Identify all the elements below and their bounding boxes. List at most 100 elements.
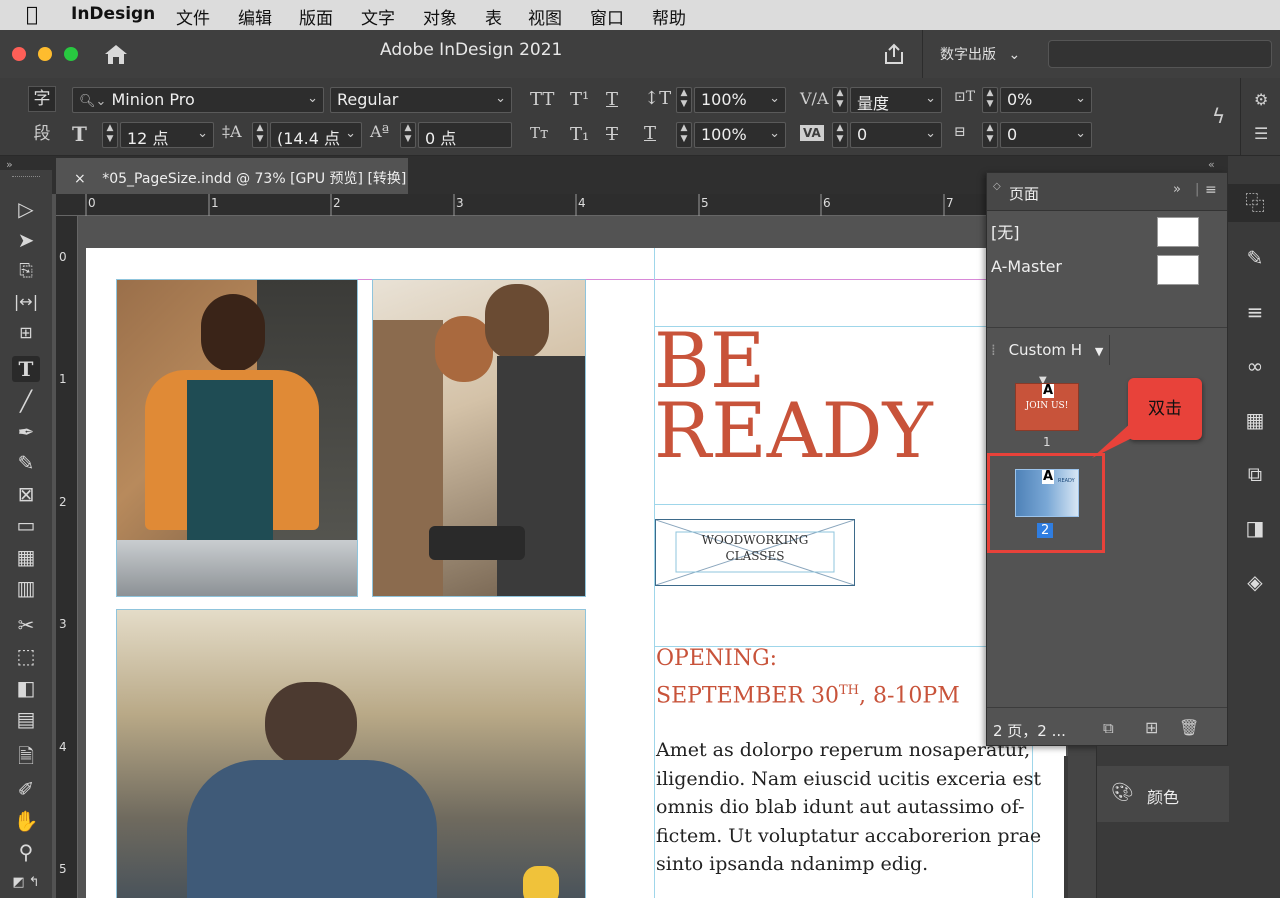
master-a-thumbnail[interactable] [1157,255,1199,285]
rectangle-tool-icon[interactable]: ▭ [12,512,40,538]
document-page[interactable]: BE READY WOODWORKING CLASSES OPENING: SE… [86,248,1066,898]
apple-icon[interactable]:  [26,2,38,26]
master-a-label[interactable]: A-Master [991,257,1062,276]
share-icon[interactable] [882,42,906,66]
gradient-icon[interactable]: ◨ [1240,514,1270,542]
menu-window[interactable]: 窗口 [590,4,624,29]
subscript-icon[interactable]: T₁ [570,124,589,145]
menu-edit[interactable]: 编辑 [238,4,272,29]
menu-type[interactable]: 文字 [361,4,395,29]
pages-icon[interactable]: ⿻ [1240,189,1270,217]
line-tool-icon[interactable]: ╱ [12,388,40,414]
page-2-thumbnail[interactable]: A READY [1015,469,1079,517]
minimize-window-button[interactable] [38,47,52,61]
baseline-shift-field[interactable]: 0 点 [418,122,512,148]
pencil-tool-icon[interactable]: ✎ [12,450,40,476]
panel-menu-icon[interactable]: ☰ [1254,124,1268,143]
search-field[interactable] [1048,40,1272,68]
eyedropper-tool-icon[interactable]: ✐ [12,776,40,802]
font-size-stepper[interactable]: ▲ ▼ [102,122,118,148]
chevron-down-icon[interactable]: ⌄ [1075,91,1086,106]
font-family-field[interactable]: 🔍︎⌄ Minion Pro ⌄ [72,87,324,113]
vertical-scale-field[interactable]: 100% ⌄ [694,87,786,113]
vertical-scale-stepper[interactable]: ▲ ▼ [676,87,692,113]
close-window-button[interactable] [12,47,26,61]
lightning-icon[interactable]: ϟ [1212,104,1225,128]
hand-tool-icon[interactable]: ✋ [12,808,40,834]
photo-group-drill[interactable] [372,279,586,597]
all-caps-icon[interactable]: TT [530,89,554,110]
document-canvas[interactable]: BE READY WOODWORKING CLASSES OPENING: SE… [78,216,1068,898]
chevron-down-icon[interactable]: ⌄ [197,126,208,141]
collapse-panel-icon[interactable]: ◇ [993,181,1001,192]
app-name-menu[interactable]: InDesign [71,4,155,24]
menu-view[interactable]: 视图 [528,4,562,29]
panel-menu-icon[interactable]: ≡ [1205,182,1217,198]
type-tool-icon[interactable]: T [12,356,40,382]
chevron-down-icon[interactable]: ⌄ [1075,126,1086,141]
home-icon[interactable] [104,43,128,65]
zoom-window-button[interactable] [64,47,78,61]
scissors-tool-icon[interactable]: ✂ [12,612,40,638]
master-none-thumbnail[interactable] [1157,217,1199,247]
close-tab-icon[interactable]: × [74,171,86,187]
vertical-scrollbar[interactable] [1068,746,1096,898]
kerning-stepper[interactable]: ▲ ▼ [832,87,848,113]
menu-layout[interactable]: 版面 [299,4,333,29]
grid-tool-icon[interactable]: ▥ [12,575,40,601]
tracking-field[interactable]: 0 ⌄ [850,122,942,148]
horizontal-scale-stepper[interactable]: ▲ ▼ [676,122,692,148]
skew-stepper[interactable]: ▲ ▼ [982,87,998,113]
trash-icon[interactable]: 🗑 [1179,718,1199,737]
edit-page-size-icon[interactable]: ⧉ [1103,719,1114,737]
text-wrap-icon[interactable]: ⧉ [1240,460,1270,488]
horizontal-scale-field[interactable]: 100% ⌄ [694,122,786,148]
menu-file[interactable]: 文件 [176,4,210,29]
opening-info[interactable]: OPENING: SEPTEMBER 30TH, 8-10PM [656,643,1016,712]
small-caps-icon[interactable]: Tᴛ [530,124,548,142]
kerning-field[interactable]: 量度 ⌄ [850,87,942,113]
table-tool-icon[interactable]: ▦ [12,544,40,570]
vertical-ruler[interactable]: 0 1 2 3 4 5 [56,216,78,898]
woodworking-frame[interactable]: WOODWORKING CLASSES [655,519,855,586]
page-size-dropdown[interactable]: ⁞ Custom H ▼ [991,341,1103,359]
publish-menu[interactable]: 数字出版 ⌄ [940,44,1020,64]
leading-field[interactable]: (14.4 点 ⌄ [270,122,362,148]
swatches-icon[interactable]: ▦ [1240,406,1270,434]
menu-table[interactable]: 表 [485,4,502,29]
chevron-down-icon[interactable]: ⌄ [345,126,356,141]
menu-help[interactable]: 帮助 [652,4,686,29]
menu-object[interactable]: 对象 [423,4,457,29]
gradient-feather-tool-icon[interactable]: ▤ [12,706,40,732]
body-text-frame[interactable]: Amet as dolorpo reperum nosaperatur, ili… [656,736,1041,879]
chevron-down-icon[interactable]: ⌄ [495,91,506,106]
underline-icon[interactable]: T [606,89,618,110]
headline[interactable]: BE READY [654,323,1034,469]
superscript-icon[interactable]: T¹ [570,89,589,110]
content-collector-icon[interactable]: ⊞ [12,320,40,346]
gap-tool-icon[interactable]: |↔| [12,289,40,315]
rectangle-frame-tool-icon[interactable]: ⊠ [12,481,40,507]
expand-panel-icon[interactable]: » [1173,182,1181,197]
gradient-swatch-tool-icon[interactable]: ◧ [12,675,40,701]
selection-tool-icon[interactable]: ▷ [12,196,40,222]
paragraph-mode-button[interactable]: 段 [28,122,56,148]
note-tool-icon[interactable]: 🗎 [12,743,40,769]
layers-icon[interactable]: ◈ [1240,568,1270,596]
page-1-thumbnail[interactable]: A JOIN US! [1015,383,1079,431]
chevron-down-icon[interactable]: ⌄ [925,126,936,141]
properties-icon[interactable]: ≡ [1240,298,1270,326]
char-rotation-stepper[interactable]: ▲ ▼ [982,122,998,148]
tracking-stepper[interactable]: ▲ ▼ [832,122,848,148]
font-style-field[interactable]: Regular ⌄ [330,87,512,113]
chevron-down-icon[interactable]: ⌄ [925,91,936,106]
baseline-shift-stepper[interactable]: ▲ ▼ [400,122,416,148]
new-page-icon[interactable]: ⊞ [1145,718,1158,737]
master-none-label[interactable]: [无] [991,219,1020,243]
character-mode-button[interactable]: 字 [28,86,56,112]
document-tab[interactable]: × *05_PageSize.indd @ 73% [GPU 预览] [转换] [56,158,408,194]
color-panel-tab[interactable]: 🎨︎ 颜色 [1097,766,1229,822]
leading-stepper[interactable]: ▲ ▼ [252,122,268,148]
pages-panel-header[interactable]: ◇ 页面 » | ≡ [987,173,1227,211]
photo-woodworker-smiling[interactable] [116,279,358,597]
